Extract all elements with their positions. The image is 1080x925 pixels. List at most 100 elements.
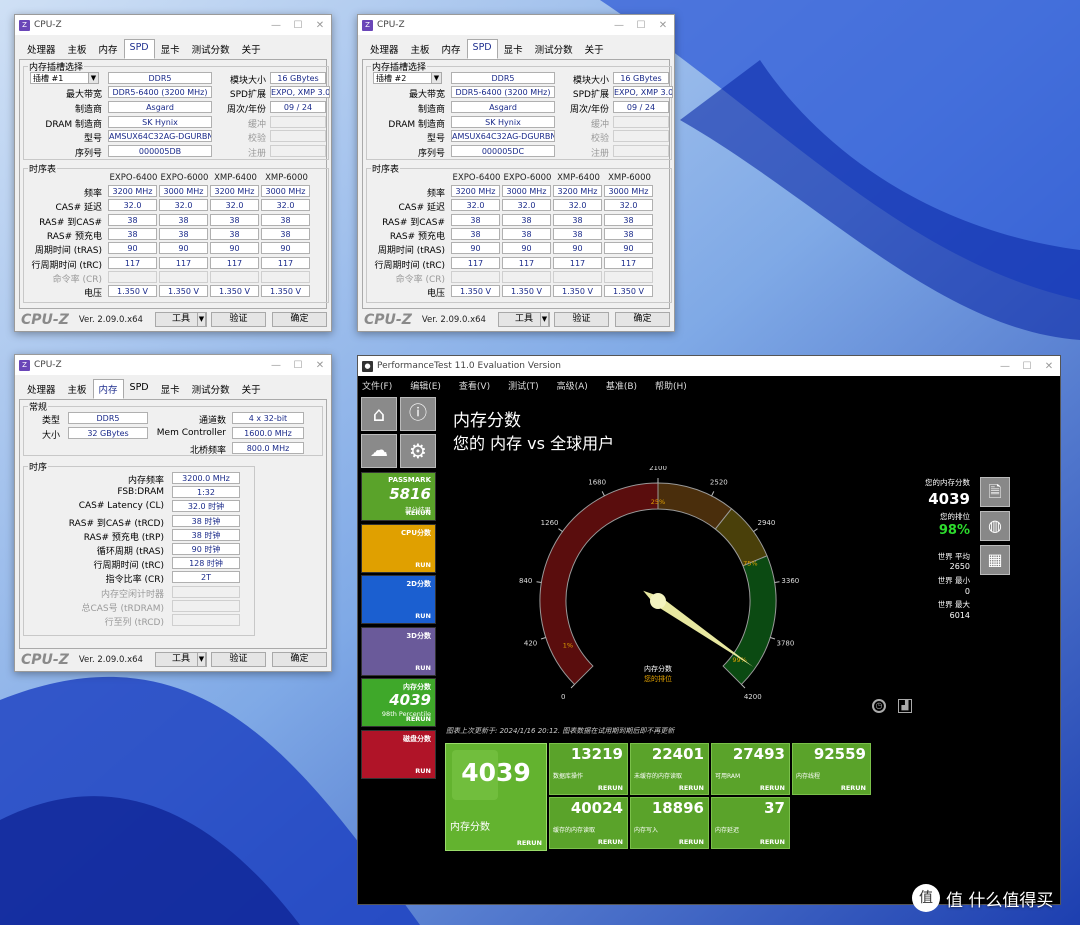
tab-6[interactable]: 关于	[236, 379, 267, 399]
result-rerun[interactable]: RERUN	[760, 838, 785, 846]
tile-run-button[interactable]: RUN	[415, 561, 431, 569]
gauge-chart-icon[interactable]: ▟	[898, 699, 912, 713]
result-tile[interactable]: 13219 数据库操作 RERUN	[549, 743, 628, 795]
ok-button[interactable]: 确定	[272, 652, 327, 667]
score-gauge: 0 420 840 1260 1680 2100 2520 2940 3360 3780 4200 1…	[519, 466, 799, 701]
tab-3[interactable]: SPD	[123, 39, 155, 59]
score-tile[interactable]: PASSMARK 5816 部分结果 RERUN	[361, 472, 436, 521]
memory-score-big-tile[interactable]: 4039 内存分数 RERUN	[445, 743, 547, 851]
result-rerun[interactable]: RERUN	[679, 784, 704, 792]
tab-2[interactable]: 内存	[93, 39, 124, 59]
tools-dropdown-arrow[interactable]: ▼	[197, 652, 206, 667]
tab-0[interactable]: 处理器	[21, 39, 62, 59]
tab-5[interactable]: 测试分数	[186, 39, 236, 59]
maximize-icon[interactable]: ☐	[287, 360, 309, 371]
menu-item[interactable]: 基准(B)	[606, 379, 637, 392]
tools-dropdown-arrow[interactable]: ▼	[540, 312, 549, 327]
gauge-tick-label: 0	[561, 693, 565, 701]
menu-item[interactable]: 查看(V)	[459, 379, 490, 392]
minimize-icon[interactable]: —	[994, 361, 1016, 372]
result-tile[interactable]: 18896 内存写入 RERUN	[630, 797, 709, 849]
score-tile[interactable]: 3D分数 RUN	[361, 626, 436, 676]
tile-run-button[interactable]: RERUN	[406, 509, 431, 517]
upload-baseline-icon[interactable]: ☁	[361, 434, 397, 468]
report-icon[interactable]: 🗎	[980, 477, 1010, 507]
tab-1[interactable]: 主板	[62, 379, 93, 399]
tab-5[interactable]: 测试分数	[529, 39, 579, 59]
score-tile[interactable]: CPU分数 RUN	[361, 523, 436, 573]
tile-run-button[interactable]: RERUN	[406, 715, 431, 723]
result-rerun[interactable]: RERUN	[760, 784, 785, 792]
score-tile[interactable]: 磁盘分数 RUN	[361, 729, 436, 779]
timing-cell: 117	[261, 256, 310, 269]
score-tile[interactable]: 内存分数 4039 98th Percentile RERUN	[361, 678, 436, 727]
tab-4[interactable]: 显卡	[155, 39, 186, 59]
tab-5[interactable]: 测试分数	[186, 379, 236, 399]
minimize-icon[interactable]: —	[265, 360, 287, 371]
score-tile[interactable]: 2D分数 RUN	[361, 575, 436, 624]
validate-button[interactable]: 验证	[211, 652, 266, 667]
gauge-percentile-icon[interactable]: ◷	[872, 699, 886, 713]
menu-item[interactable]: 高级(A)	[557, 379, 588, 392]
tab-1[interactable]: 主板	[62, 39, 93, 59]
close-icon[interactable]: ✕	[1038, 361, 1060, 372]
menu-item[interactable]: 测试(T)	[508, 379, 539, 392]
result-rerun[interactable]: RERUN	[598, 838, 623, 846]
slot-dropdown-arrow[interactable]: ▼	[88, 72, 99, 84]
minimize-icon[interactable]: —	[265, 20, 287, 31]
minimize-icon[interactable]: —	[608, 20, 630, 31]
ok-button[interactable]: 确定	[272, 312, 327, 327]
ok-button[interactable]: 确定	[615, 312, 670, 327]
result-tile[interactable]: 40024 缓存的内存读取 RERUN	[549, 797, 628, 849]
maximize-icon[interactable]: ☐	[287, 20, 309, 31]
timing-col-header: EXPO-6000	[160, 173, 209, 183]
result-rerun[interactable]: RERUN	[679, 838, 704, 846]
pt-title: PerformanceTest 11.0 Evaluation Version	[377, 361, 561, 371]
system-info-icon[interactable]: ⓘ	[400, 397, 436, 431]
timing-cell: 1.350 V	[604, 285, 653, 298]
validate-button[interactable]: 验证	[554, 312, 609, 327]
big-rerun[interactable]: RERUN	[517, 839, 542, 847]
tab-2[interactable]: 内存	[436, 39, 467, 59]
result-tile[interactable]: 37 内存延迟 RERUN	[711, 797, 790, 849]
world-globe-icon[interactable]: ◍	[980, 511, 1010, 541]
performancetest-window: ● PerformanceTest 11.0 Evaluation Versio…	[357, 355, 1061, 905]
result-tile[interactable]: 22401 未缓存的内存读取 RERUN	[630, 743, 709, 795]
tab-1[interactable]: 主板	[405, 39, 436, 59]
close-icon[interactable]: ✕	[309, 360, 331, 371]
tab-0[interactable]: 处理器	[21, 379, 62, 399]
tab-6[interactable]: 关于	[236, 39, 267, 59]
validate-button[interactable]: 验证	[211, 312, 266, 327]
timing-cell	[451, 270, 500, 283]
slot-dropdown-arrow[interactable]: ▼	[431, 72, 442, 84]
tab-3[interactable]: SPD	[466, 39, 498, 59]
menu-item[interactable]: 文件(F)	[362, 379, 392, 392]
timing-cell: 38	[261, 213, 310, 226]
tools-dropdown-arrow[interactable]: ▼	[197, 312, 206, 327]
close-icon[interactable]: ✕	[652, 20, 674, 31]
tab-3[interactable]: SPD	[124, 379, 155, 399]
close-icon[interactable]: ✕	[309, 20, 331, 31]
tab-4[interactable]: 显卡	[155, 379, 186, 399]
maximize-icon[interactable]: ☐	[1016, 361, 1038, 372]
result-tile[interactable]: 27493 可用RAM RERUN	[711, 743, 790, 795]
hardware-card-icon[interactable]: ▦	[980, 545, 1010, 575]
timing-cell: 90	[502, 242, 551, 255]
result-rerun[interactable]: RERUN	[598, 784, 623, 792]
tile-run-button[interactable]: RUN	[415, 664, 431, 672]
result-rerun[interactable]: RERUN	[841, 784, 866, 792]
tab-0[interactable]: 处理器	[364, 39, 405, 59]
tile-run-button[interactable]: RUN	[415, 767, 431, 775]
tile-run-button[interactable]: RUN	[415, 612, 431, 620]
tab-4[interactable]: 显卡	[498, 39, 529, 59]
timing-cell: 32.0	[502, 199, 551, 212]
tab-6[interactable]: 关于	[579, 39, 610, 59]
maximize-icon[interactable]: ☐	[630, 20, 652, 31]
settings-gear-icon[interactable]: ⚙	[400, 434, 436, 468]
home-icon[interactable]: ⌂	[361, 397, 397, 431]
result-tile[interactable]: 92559 内存线程 RERUN	[792, 743, 871, 795]
tab-2[interactable]: 内存	[92, 379, 124, 399]
menu-item[interactable]: 编辑(E)	[410, 379, 441, 392]
result-value: 22401	[651, 745, 704, 763]
menu-item[interactable]: 帮助(H)	[655, 379, 687, 392]
